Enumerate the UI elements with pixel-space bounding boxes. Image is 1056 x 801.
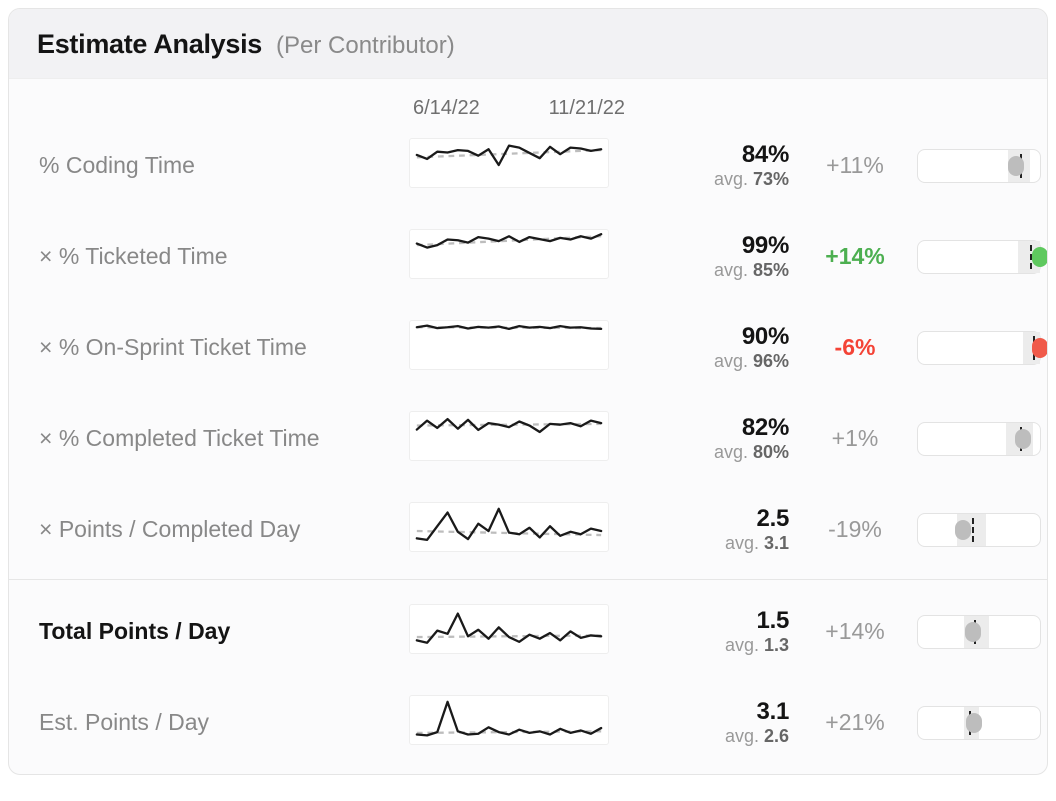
sparkline-chart — [409, 604, 609, 654]
metric-label: Total Points / Day — [9, 618, 409, 645]
sparkline-cell — [409, 138, 629, 193]
metric-label: × % Completed Ticket Time — [9, 425, 409, 452]
sparkline-cell — [409, 320, 629, 375]
metric-row: × % Ticketed Time 99% avg. 85% +14% — [9, 211, 1047, 302]
sparkline-cell — [409, 695, 629, 750]
metric-change: +14% — [789, 243, 909, 270]
metric-row: Total Points / Day 1.5 avg. 1.3 +14% — [9, 586, 1047, 677]
panel-title: Estimate Analysis — [37, 29, 262, 60]
metric-value: 82% — [647, 414, 789, 442]
metric-change: -19% — [789, 516, 909, 543]
sparkline-cell — [409, 604, 629, 659]
metric-change: +1% — [789, 425, 909, 452]
metric-avg: avg. 73% — [647, 169, 789, 190]
indicator-cell — [909, 615, 1048, 649]
metric-values: 84% avg. 73% — [629, 141, 789, 190]
metric-value: 3.1 — [647, 698, 789, 726]
distribution-indicator — [917, 240, 1041, 274]
indicator-cell — [909, 513, 1048, 547]
distribution-indicator — [917, 149, 1041, 183]
metric-change: +21% — [789, 709, 909, 736]
distribution-indicator — [917, 331, 1041, 365]
indicator-cell — [909, 706, 1048, 740]
distribution-indicator — [917, 615, 1041, 649]
metric-avg: avg. 1.3 — [647, 635, 789, 656]
metric-row: % Coding Time 84% avg. 73% +11% — [9, 120, 1047, 211]
indicator-cell — [909, 331, 1048, 365]
panel-subtitle: (Per Contributor) — [276, 32, 455, 60]
metric-value: 2.5 — [647, 505, 789, 533]
indicator-cell — [909, 422, 1048, 456]
metric-rows-top: % Coding Time 84% avg. 73% +11% × % Tick… — [9, 120, 1047, 575]
metric-row: × Points / Completed Day 2.5 avg. 3.1 -1… — [9, 484, 1047, 575]
date-end: 11/21/22 — [549, 97, 625, 120]
metric-avg: avg. 2.6 — [647, 726, 789, 747]
metric-row: Est. Points / Day 3.1 avg. 2.6 +21% — [9, 677, 1047, 768]
distribution-indicator — [917, 513, 1041, 547]
date-range-row: 6/14/22 11/21/22 — [9, 79, 1047, 120]
metric-label: Est. Points / Day — [9, 709, 409, 736]
metric-label: × % On-Sprint Ticket Time — [9, 334, 409, 361]
sparkline-chart — [409, 138, 609, 188]
sparkline-chart — [409, 320, 609, 370]
estimate-analysis-panel: Estimate Analysis (Per Contributor) 6/14… — [8, 8, 1048, 775]
metric-values: 90% avg. 96% — [629, 323, 789, 372]
sparkline-chart — [409, 502, 609, 552]
metric-value: 84% — [647, 141, 789, 169]
metric-change: +14% — [789, 618, 909, 645]
metric-values: 1.5 avg. 1.3 — [629, 607, 789, 656]
metric-value: 1.5 — [647, 607, 789, 635]
metric-change: +11% — [789, 152, 909, 179]
indicator-cell — [909, 240, 1048, 274]
metric-label: % Coding Time — [9, 152, 409, 179]
sparkline-chart — [409, 411, 609, 461]
metric-value: 90% — [647, 323, 789, 351]
metric-values: 3.1 avg. 2.6 — [629, 698, 789, 747]
distribution-indicator — [917, 422, 1041, 456]
metric-row: × % Completed Ticket Time 82% avg. 80% +… — [9, 393, 1047, 484]
metric-avg: avg. 3.1 — [647, 533, 789, 554]
sparkline-cell — [409, 411, 629, 466]
metric-avg: avg. 80% — [647, 442, 789, 463]
metric-avg: avg. 96% — [647, 351, 789, 372]
metric-values: 82% avg. 80% — [629, 414, 789, 463]
metric-avg: avg. 85% — [647, 260, 789, 281]
sparkline-chart — [409, 695, 609, 745]
sparkline-cell — [409, 502, 629, 557]
metric-row: × % On-Sprint Ticket Time 90% avg. 96% -… — [9, 302, 1047, 393]
panel-header: Estimate Analysis (Per Contributor) — [9, 9, 1047, 79]
indicator-cell — [909, 149, 1048, 183]
date-start: 6/14/22 — [413, 97, 480, 120]
metric-value: 99% — [647, 232, 789, 260]
sparkline-chart — [409, 229, 609, 279]
metric-values: 99% avg. 85% — [629, 232, 789, 281]
metric-label: × % Ticketed Time — [9, 243, 409, 270]
distribution-indicator — [917, 706, 1041, 740]
metric-values: 2.5 avg. 3.1 — [629, 505, 789, 554]
metric-change: -6% — [789, 334, 909, 361]
sparkline-cell — [409, 229, 629, 284]
metric-label: × Points / Completed Day — [9, 516, 409, 543]
metric-rows-bottom: Total Points / Day 1.5 avg. 1.3 +14% Est… — [9, 580, 1047, 774]
